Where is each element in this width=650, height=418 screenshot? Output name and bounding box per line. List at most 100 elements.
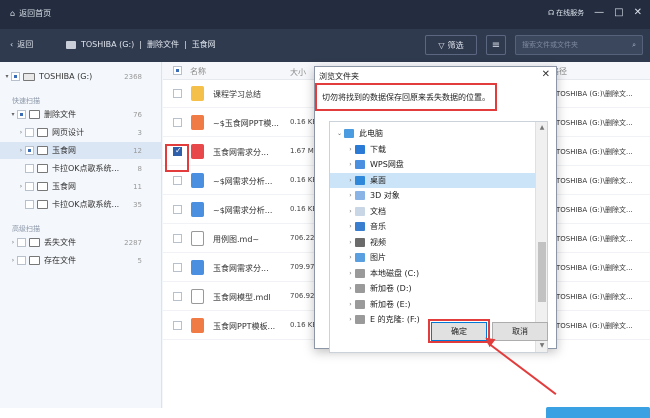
close-button[interactable]: ✕ (634, 8, 642, 18)
minimize-button[interactable]: — (594, 8, 604, 18)
tree-item-label: 卡拉OK点歌系统... (52, 200, 120, 209)
scroll-down-icon[interactable]: ▼ (536, 340, 547, 352)
dialog-close-button[interactable]: ✕ (542, 69, 550, 80)
tree-scrollbar[interactable]: ▲ ▼ (535, 122, 547, 352)
breadcrumb-item-folder[interactable]: 玉食网 (192, 39, 216, 50)
row-name: 用例图.md~ (213, 235, 260, 244)
scroll-thumb[interactable] (538, 242, 546, 302)
tree-item-yushiwang-2[interactable]: › 玉食网 11 (0, 178, 162, 195)
expand-arrow-icon[interactable]: › (9, 257, 17, 264)
select-all-checkbox[interactable] (173, 66, 182, 75)
folder-tree-item[interactable]: › 新加卷 (E:) (330, 297, 535, 312)
row-checkbox[interactable] (173, 176, 182, 185)
expand-twisty-icon[interactable]: › (346, 316, 355, 323)
column-header-name[interactable]: 名称 (190, 66, 206, 77)
folder-tree-label: 文档 (370, 206, 386, 216)
tree-checkbox[interactable] (17, 110, 26, 119)
tree-item-count: 12 (133, 146, 142, 155)
folder-tree-item[interactable]: › 本地磁盘 (C:) (330, 266, 535, 281)
expand-twisty-icon[interactable]: › (346, 146, 355, 153)
tree-checkbox[interactable] (17, 256, 26, 265)
folder-tree-label: 图片 (370, 253, 386, 262)
filter-button[interactable]: ▽ 筛选 (425, 35, 477, 55)
folder-tree-item[interactable]: › 桌面 (330, 172, 535, 188)
expand-arrow-icon[interactable]: › (17, 183, 25, 190)
breadcrumb-item-drive[interactable]: TOSHIBA (G:) (81, 40, 134, 49)
tree-item-karaoke[interactable]: 卡拉OK点歌系统... 8 (0, 160, 162, 177)
row-checkbox[interactable] (173, 89, 182, 98)
expand-arrow-icon[interactable]: ▾ (9, 111, 17, 118)
cancel-button[interactable]: 取消 (492, 322, 548, 341)
view-menu-button[interactable]: ≡ (486, 35, 506, 55)
expand-twisty-icon[interactable]: › (346, 208, 355, 215)
row-name: ~$网需求分析... (213, 177, 273, 186)
tree-item-drive[interactable]: ▾ TOSHIBA (G:) 2368 (0, 68, 162, 85)
tree-item-count: 2368 (124, 72, 142, 81)
tree-item-label: TOSHIBA (G:) (39, 72, 93, 81)
tree-item-yushiwang-selected[interactable]: › 玉食网 12 (0, 142, 162, 159)
tree-checkbox[interactable] (25, 182, 34, 191)
expand-twisty-icon[interactable]: › (346, 285, 355, 292)
home-link[interactable]: ⌂ 返回首页 (10, 8, 51, 19)
expand-twisty-icon[interactable]: › (346, 192, 355, 199)
folder-tree-item[interactable]: › WPS网盘 (330, 157, 535, 172)
folder-tree-item[interactable]: › 文档 (330, 204, 535, 219)
expand-arrow-icon[interactable]: › (9, 239, 17, 246)
folder-tree-item[interactable]: › 3D 对象 (330, 188, 535, 203)
folder-tree-item[interactable]: › 下载 (330, 142, 535, 157)
search-icon: ⌕ (632, 40, 636, 49)
tree-checkbox[interactable] (11, 72, 20, 81)
expand-arrow-icon[interactable]: › (17, 147, 25, 154)
maximize-button[interactable]: □ (614, 8, 623, 18)
row-checkbox[interactable] (173, 263, 182, 272)
row-checkbox[interactable] (173, 205, 182, 214)
search-input[interactable]: 搜索文件或文件夹 ⌕ (515, 35, 643, 55)
expand-twisty-icon[interactable]: › (346, 270, 355, 277)
folder-tree-item[interactable]: › 图片 (330, 250, 535, 265)
online-service-link[interactable]: ☊ 在线服务 (548, 8, 584, 18)
expand-arrow-icon[interactable]: › (17, 129, 25, 136)
expand-twisty-icon[interactable]: › (346, 239, 355, 246)
tree-checkbox[interactable] (25, 128, 34, 137)
tree-item-label: 存在文件 (44, 256, 76, 265)
tree-item-lost-files[interactable]: › 丢失文件 2287 (0, 234, 162, 251)
folder-tree-label: WPS网盘 (370, 160, 404, 169)
download-icon (355, 144, 365, 154)
tree-item-label: 玉食网 (52, 182, 76, 191)
document-icon (191, 289, 204, 304)
expand-twisty-icon[interactable]: › (346, 301, 355, 308)
recover-button[interactable] (546, 407, 650, 418)
expand-twisty-icon[interactable]: ⌄ (335, 130, 344, 137)
breadcrumb-item-deleted[interactable]: 删除文件 (147, 39, 179, 50)
folder-tree-item[interactable]: › 视频 (330, 235, 535, 250)
row-name: 玉食网需求分... (213, 264, 269, 273)
tree-item-web-design[interactable]: › 网页设计 3 (0, 124, 162, 141)
tree-item-count: 3 (137, 128, 142, 137)
folder-tree-item[interactable]: › 新加卷 (D:) (330, 281, 535, 296)
expand-twisty-icon[interactable]: › (346, 161, 355, 168)
row-checkbox[interactable] (173, 321, 182, 330)
tree-checkbox[interactable] (25, 164, 34, 173)
folder-tree-item[interactable]: ⌄ 此电脑 (330, 126, 535, 141)
expand-twisty-icon[interactable]: › (346, 254, 355, 261)
row-checkbox[interactable] (173, 234, 182, 243)
tree-checkbox[interactable] (25, 200, 34, 209)
back-button[interactable]: ‹ 返回 (10, 39, 33, 50)
scroll-up-icon[interactable]: ▲ (536, 122, 547, 134)
video-icon (355, 237, 365, 247)
row-checkbox[interactable] (173, 292, 182, 301)
folder-tree-label: 新加卷 (E:) (370, 299, 411, 309)
expand-arrow-icon[interactable]: ▾ (3, 73, 11, 80)
expand-twisty-icon[interactable]: › (346, 223, 355, 230)
folder-tree-item[interactable]: › 音乐 (330, 219, 535, 234)
folder-icon (29, 238, 40, 247)
row-checkbox[interactable] (173, 118, 182, 127)
tree-item-karaoke-2[interactable]: 卡拉OK点歌系统... 35 (0, 196, 162, 213)
tree-checkbox[interactable] (17, 238, 26, 247)
expand-twisty-icon[interactable]: › (346, 177, 355, 184)
tree-checkbox[interactable] (25, 146, 34, 155)
column-header-size[interactable]: 大小 (290, 67, 306, 78)
tree-item-deleted-files[interactable]: ▾ 删除文件 76 (0, 106, 162, 123)
tree-item-label: 玉食网 (52, 146, 76, 155)
tree-item-existing-files[interactable]: › 存在文件 5 (0, 252, 162, 269)
